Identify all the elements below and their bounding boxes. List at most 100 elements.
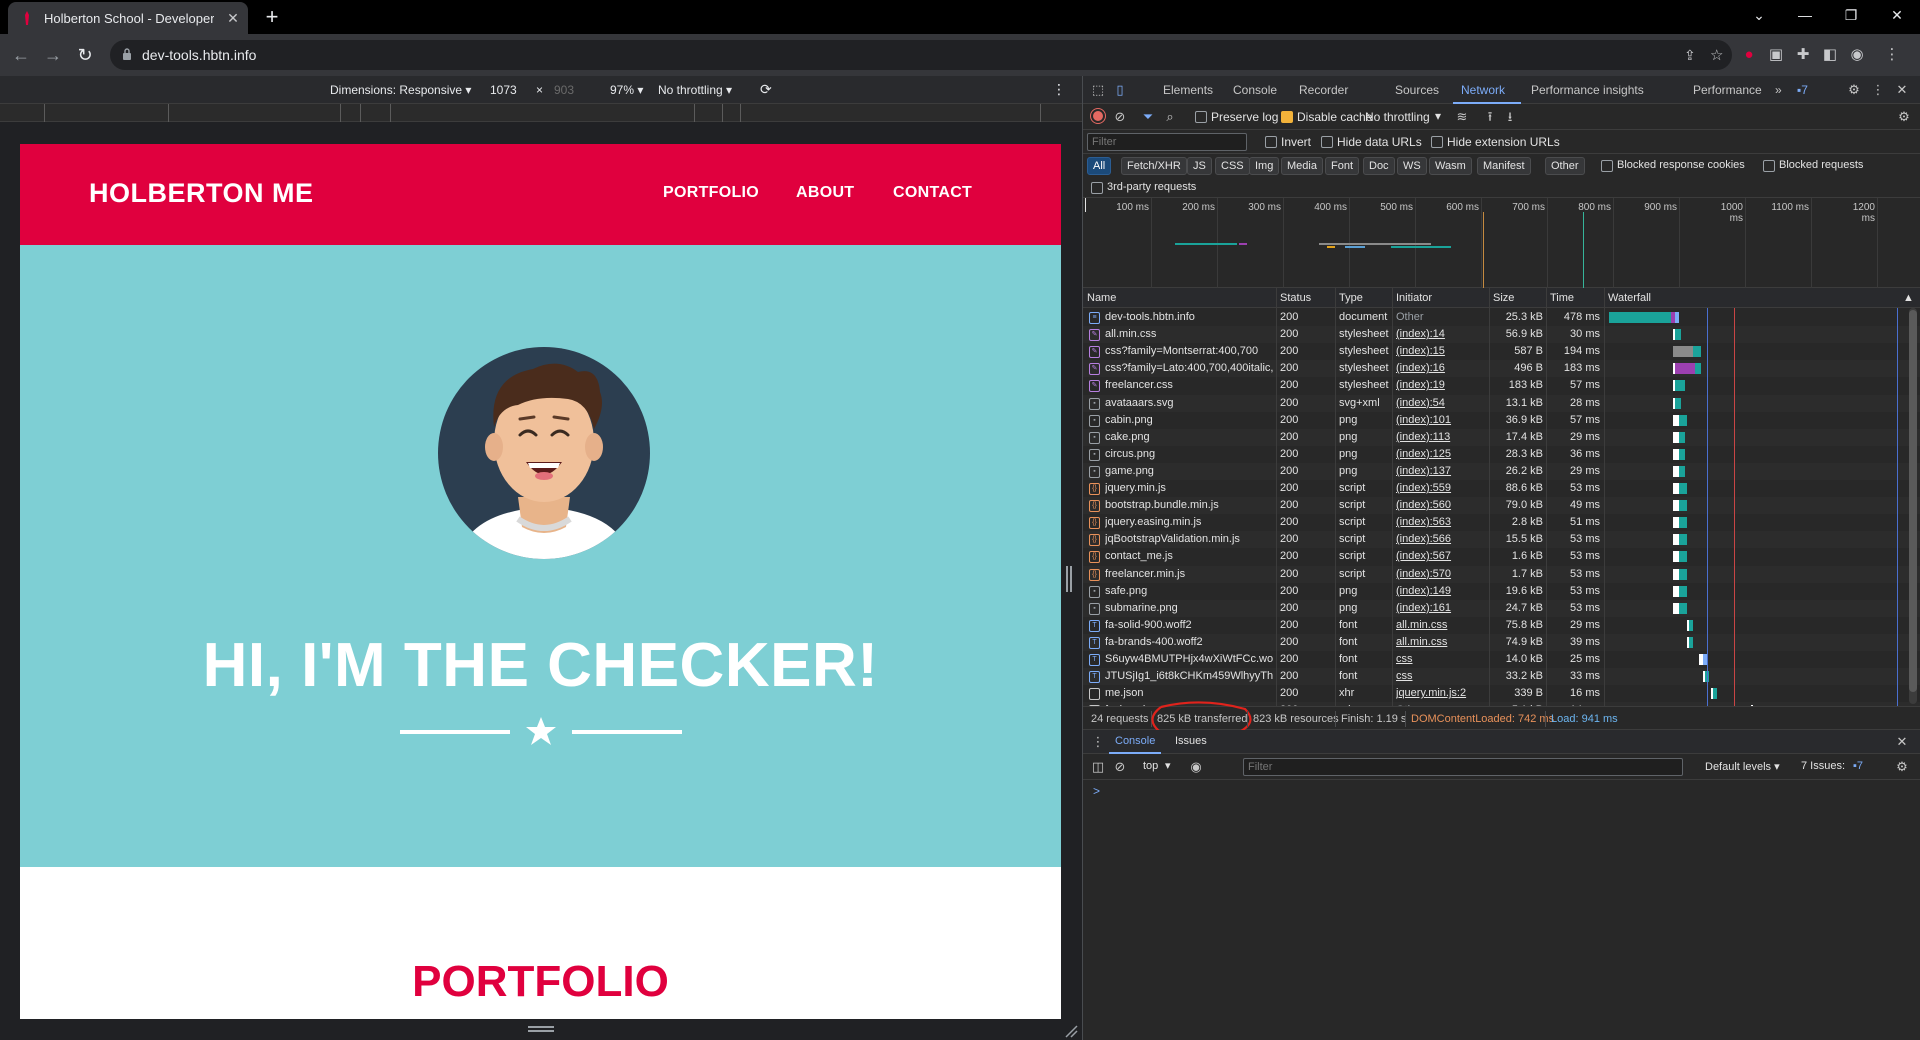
- column-type[interactable]: Type: [1339, 292, 1363, 304]
- new-tab-button[interactable]: +: [258, 4, 286, 32]
- close-drawer-icon[interactable]: ✕: [1893, 733, 1911, 751]
- device-throttling-select[interactable]: No throttling ▾: [658, 83, 732, 97]
- request-initiator[interactable]: (index):149: [1396, 585, 1488, 597]
- type-filter-ws[interactable]: WS: [1397, 157, 1427, 175]
- column-initiator[interactable]: Initiator: [1396, 292, 1432, 304]
- forward-icon[interactable]: →: [40, 42, 66, 68]
- settings-gear-icon[interactable]: ⚙: [1845, 81, 1863, 99]
- device-toolbar-toggle-icon[interactable]: ▯: [1111, 81, 1129, 99]
- type-filter-js[interactable]: JS: [1187, 157, 1212, 175]
- tab-recorder[interactable]: Recorder: [1299, 83, 1348, 97]
- blocked-cookies-checkbox[interactable]: [1601, 160, 1613, 172]
- request-initiator[interactable]: (index):54: [1396, 397, 1488, 409]
- tab-console[interactable]: Console: [1233, 83, 1277, 97]
- request-name[interactable]: cabin.png: [1105, 414, 1273, 426]
- drawer-menu-icon[interactable]: ⋮: [1089, 733, 1107, 751]
- request-row[interactable]: ▪ cabin.png 200 png (index):101 36.9 kB 57 ms: [1083, 412, 1920, 429]
- height-input[interactable]: 903: [554, 83, 574, 97]
- more-tabs-icon[interactable]: »: [1775, 83, 1782, 97]
- rotate-icon[interactable]: ⟳: [760, 81, 772, 98]
- requests-scrollbar-thumb[interactable]: [1909, 310, 1917, 692]
- nav-link-portfolio[interactable]: PORTFOLIO: [663, 184, 759, 202]
- request-name[interactable]: safe.png: [1105, 585, 1273, 597]
- disable-cache-checkbox[interactable]: [1281, 111, 1293, 123]
- profile-avatar-icon[interactable]: ◉: [1845, 43, 1869, 67]
- request-name[interactable]: submarine.png: [1105, 602, 1273, 614]
- console-settings-icon[interactable]: ⚙: [1893, 758, 1911, 776]
- type-filter-font[interactable]: Font: [1325, 157, 1360, 175]
- request-name[interactable]: freelancer.css: [1105, 379, 1273, 391]
- request-initiator[interactable]: (index):563: [1396, 516, 1488, 528]
- column-name[interactable]: Name: [1087, 292, 1116, 304]
- request-row[interactable]: ▪ cake.png 200 png (index):113 17.4 kB 29 ms: [1083, 428, 1920, 446]
- request-initiator[interactable]: css: [1396, 653, 1488, 665]
- request-initiator[interactable]: css: [1396, 670, 1488, 682]
- dimensions-select[interactable]: Dimensions: Responsive ▾: [330, 83, 471, 97]
- request-name[interactable]: cake.png: [1105, 431, 1273, 443]
- request-name[interactable]: contact_me.js: [1105, 550, 1273, 562]
- reload-icon[interactable]: ↻: [72, 42, 98, 68]
- request-name[interactable]: css?family=Montserrat:400,700: [1105, 345, 1273, 357]
- network-settings-icon[interactable]: ⚙: [1895, 108, 1913, 126]
- drawer-tab-console[interactable]: Console: [1115, 735, 1155, 747]
- network-conditions-icon[interactable]: ≋: [1453, 108, 1471, 126]
- tab-search-icon[interactable]: ⌄: [1736, 0, 1782, 30]
- request-initiator[interactable]: (index):560: [1396, 499, 1488, 511]
- request-initiator[interactable]: (index):19: [1396, 379, 1488, 391]
- request-row[interactable]: T JTUSjIg1_i6t8kCHKm459WlhyyTh89Y... 200 fo…: [1083, 668, 1920, 686]
- request-row[interactable]: Tfa-solid-900.woff2 200 font all.min.css 75.…: [1083, 617, 1920, 634]
- console-clear-icon[interactable]: ⊘: [1111, 758, 1129, 776]
- inspect-element-icon[interactable]: ⬚: [1089, 81, 1107, 99]
- request-row[interactable]: ▪ submarine.png 200 png (index):161 24.7 kB 53…: [1083, 599, 1920, 617]
- device-more-icon[interactable]: ⋮: [1052, 81, 1066, 98]
- request-name[interactable]: circus.png: [1105, 448, 1273, 460]
- browser-tab[interactable]: Holberton School - Developer to ✕: [8, 2, 248, 34]
- request-name[interactable]: me.json: [1105, 687, 1273, 699]
- issues-badge[interactable]: ▪7: [1797, 83, 1808, 97]
- request-name[interactable]: all.min.css: [1105, 328, 1273, 340]
- request-initiator[interactable]: (index):101: [1396, 414, 1488, 426]
- request-name[interactable]: fa-solid-900.woff2: [1105, 619, 1273, 631]
- address-bar[interactable]: dev-tools.hbtn.info ⇪ ☆: [110, 40, 1732, 70]
- hide-extension-urls-checkbox[interactable]: [1431, 136, 1443, 148]
- viewport-resize-handle[interactable]: [1066, 566, 1072, 592]
- request-row[interactable]: ≡ dev-tools.hbtn.info 200 document Other 25.3…: [1083, 309, 1920, 326]
- export-har-icon[interactable]: ⭳: [1501, 108, 1519, 126]
- console-output[interactable]: >: [1083, 780, 1920, 1040]
- request-initiator[interactable]: (index):161: [1396, 602, 1488, 614]
- request-initiator[interactable]: (index):15: [1396, 345, 1488, 357]
- side-panel-icon[interactable]: ◧: [1818, 43, 1842, 67]
- request-name[interactable]: css?family=Lato:400,700,400italic,700i..…: [1105, 362, 1273, 374]
- request-initiator[interactable]: (index):559: [1396, 482, 1488, 494]
- request-name[interactable]: freelancer.min.js: [1105, 568, 1273, 580]
- tab-close-icon[interactable]: ✕: [224, 9, 242, 27]
- context-select[interactable]: top: [1143, 760, 1158, 772]
- import-har-icon[interactable]: ⭱: [1481, 108, 1499, 126]
- request-initiator[interactable]: jquery.min.js:2: [1396, 687, 1488, 699]
- request-initiator[interactable]: (index):570: [1396, 568, 1488, 580]
- clear-icon[interactable]: ⊘: [1111, 108, 1129, 126]
- close-devtools-icon[interactable]: ✕: [1893, 81, 1911, 99]
- request-initiator[interactable]: (index):137: [1396, 465, 1488, 477]
- type-filter-img[interactable]: Img: [1249, 157, 1280, 175]
- request-row[interactable]: ▪ avataaars.svg 200 svg+xml (index):54 13.1 k…: [1083, 394, 1920, 412]
- viewport-corner-resize-icon[interactable]: [1064, 1024, 1078, 1038]
- site-brand[interactable]: HOLBERTON ME: [89, 178, 314, 209]
- invert-checkbox[interactable]: [1265, 136, 1277, 148]
- tab-performance-insights[interactable]: Performance insights: [1531, 83, 1644, 97]
- request-initiator[interactable]: all.min.css: [1396, 636, 1488, 648]
- preserve-log-checkbox[interactable]: [1195, 111, 1207, 123]
- column-time[interactable]: Time: [1550, 292, 1574, 304]
- tab-sources[interactable]: Sources: [1395, 83, 1439, 97]
- request-row[interactable]: {} jqBootstrapValidation.min.js 200 script (…: [1083, 531, 1920, 549]
- column-status[interactable]: Status: [1280, 292, 1311, 304]
- request-name[interactable]: fa-brands-400.woff2: [1105, 636, 1273, 648]
- type-filter-manifest[interactable]: Manifest: [1477, 157, 1531, 175]
- network-throttling-select[interactable]: No throttling: [1365, 110, 1430, 124]
- viewport-bottom-handle[interactable]: [528, 1026, 554, 1032]
- console-filter-input[interactable]: [1243, 758, 1683, 776]
- extension-icon[interactable]: ▣: [1764, 43, 1788, 67]
- throttling-chevron-icon[interactable]: ▾: [1435, 109, 1441, 123]
- request-name[interactable]: avataaars.svg: [1105, 397, 1273, 409]
- blocked-requests-checkbox[interactable]: [1763, 160, 1775, 172]
